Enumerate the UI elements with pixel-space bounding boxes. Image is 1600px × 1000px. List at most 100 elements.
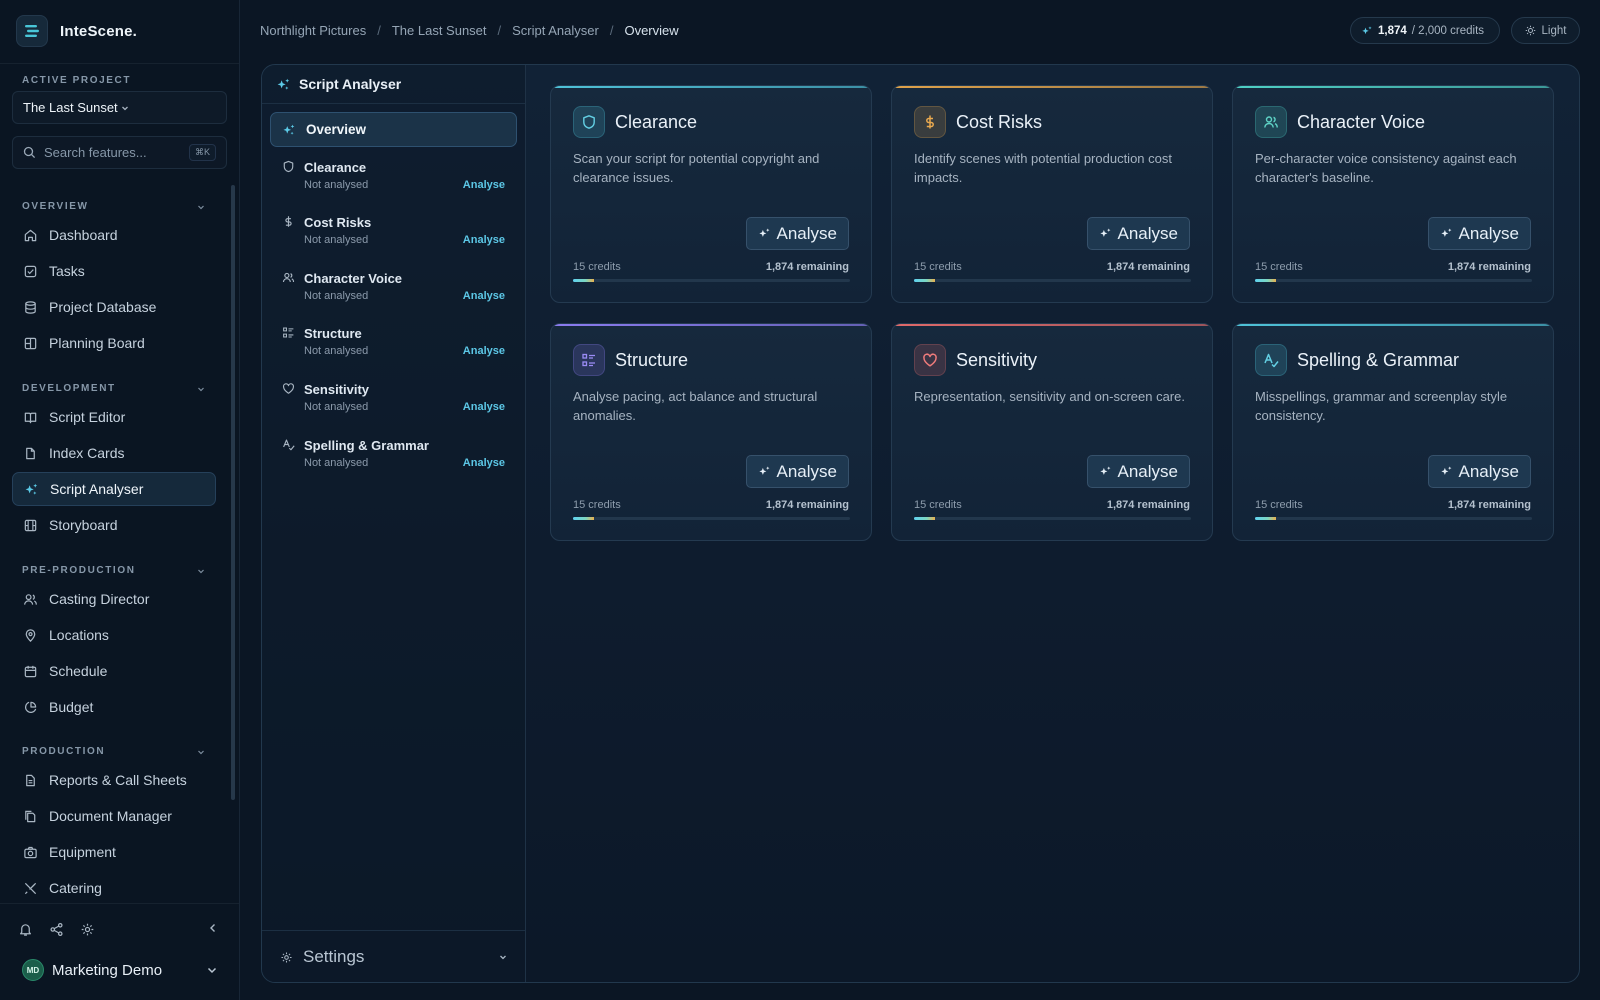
project-select[interactable]: The Last Sunset <box>12 91 227 124</box>
section-label-development: DEVELOPMENT <box>22 383 116 394</box>
credits-progress-bar <box>573 517 850 520</box>
dollar-icon <box>914 106 946 138</box>
analyse-button[interactable]: Analyse <box>745 217 849 250</box>
sidebar-item-equipment[interactable]: Equipment <box>12 835 216 869</box>
sidebar-item-locations[interactable]: Locations <box>12 618 216 652</box>
card-cost: 15 credits <box>1255 261 1303 273</box>
chevron-down-icon[interactable] <box>197 203 205 211</box>
settings-label: Settings <box>303 947 365 966</box>
board-icon <box>23 336 38 351</box>
sidebar-item-storyboard[interactable]: Storyboard <box>12 508 216 542</box>
card-description: Representation, sensitivity and on-scree… <box>914 389 1185 404</box>
feature-name: Spelling & Grammar <box>304 438 429 453</box>
share-icon[interactable] <box>49 922 64 937</box>
card-cost: 15 credits <box>573 499 621 511</box>
card-accent <box>1233 86 1553 88</box>
sidebar-scrollbar[interactable] <box>231 185 235 800</box>
sidebar-item-catering[interactable]: Catering <box>12 871 216 905</box>
sidebar-item-index-cards[interactable]: Index Cards <box>12 436 216 470</box>
subnav-item-character-voice[interactable]: Character Voice Not analysed Analyse <box>270 265 517 311</box>
sidebar-item-budget[interactable]: Budget <box>12 690 216 724</box>
list-icon <box>573 344 605 376</box>
card-remaining: 1,874 remaining <box>1447 499 1531 511</box>
breadcrumb: Northlight Pictures / The Last Sunset / … <box>260 23 679 38</box>
subnav-item-clearance[interactable]: Clearance Not analysed Analyse <box>270 154 517 200</box>
sidebar-item-script-analyser[interactable]: Script Analyser <box>12 472 216 506</box>
analyse-link[interactable]: Analyse <box>463 290 505 302</box>
subnav-item-overview[interactable]: Overview <box>270 112 517 147</box>
sidebar-item-script-editor[interactable]: Script Editor <box>12 400 216 434</box>
analyse-button[interactable]: Analyse <box>1427 217 1531 250</box>
checkbox-icon <box>23 264 38 279</box>
sidebar-item-tasks[interactable]: Tasks <box>12 254 216 288</box>
sidebar-item-document-manager[interactable]: Document Manager <box>12 799 216 833</box>
analyse-link[interactable]: Analyse <box>463 345 505 357</box>
breadcrumb-separator: / <box>609 23 614 38</box>
brand[interactable]: InteScene. <box>16 15 137 47</box>
user-menu[interactable]: MD Marketing Demo <box>22 959 218 981</box>
card-accent <box>892 324 1212 326</box>
chevron-down-icon[interactable] <box>197 748 205 756</box>
subnav-item-cost-risks[interactable]: Cost Risks Not analysed Analyse <box>270 209 517 255</box>
bell-icon[interactable] <box>18 922 33 937</box>
feature-card-structure: Structure Analyse pacing, act balance an… <box>550 323 872 541</box>
chevron-down-icon[interactable] <box>197 567 205 575</box>
analyse-button[interactable]: Analyse <box>1086 217 1190 250</box>
utensils-icon <box>23 881 38 896</box>
sidebar-item-reports-call-sheets[interactable]: Reports & Call Sheets <box>12 763 216 797</box>
divider <box>0 63 239 64</box>
analyse-button[interactable]: Analyse <box>745 455 849 488</box>
chevron-down-icon[interactable] <box>197 385 205 393</box>
chevron-down-icon <box>120 103 217 113</box>
sidebar-item-label: Equipment <box>49 844 116 860</box>
section-label-overview: OVERVIEW <box>22 201 89 212</box>
subnav-item-structure[interactable]: Structure Not analysed Analyse <box>270 320 517 366</box>
settings-toggle[interactable]: Settings <box>280 931 508 982</box>
card-remaining: 1,874 remaining <box>1106 499 1190 511</box>
subnav-item-sensitivity[interactable]: Sensitivity Not analysed Analyse <box>270 376 517 422</box>
card-title: Structure <box>615 350 689 370</box>
card-description: Misspellings, grammar and screenplay sty… <box>1255 389 1508 423</box>
credits-progress-bar <box>1255 517 1532 520</box>
theme-toggle-button[interactable]: Light <box>1511 17 1580 44</box>
dollar-icon <box>282 215 295 228</box>
search-input[interactable] <box>44 145 181 160</box>
analyse-button[interactable]: Analyse <box>1427 455 1531 488</box>
analyse-link[interactable]: Analyse <box>463 234 505 246</box>
sidebar-item-casting-director[interactable]: Casting Director <box>12 582 216 616</box>
card-accent <box>892 86 1212 88</box>
card-title: Clearance <box>615 112 698 132</box>
sidebar-item-label: Dashboard <box>49 227 118 243</box>
sidebar-item-label: Index Cards <box>49 445 125 461</box>
sidebar-item-planning-board[interactable]: Planning Board <box>12 326 216 360</box>
shortcut-badge: ⌘K <box>188 144 216 161</box>
breadcrumb-item[interactable]: The Last Sunset <box>392 23 487 38</box>
credits-progress-bar <box>914 517 1191 520</box>
analyse-link[interactable]: Analyse <box>463 401 505 413</box>
script-analyser-panel: Script Analyser Overview Clearance Not a… <box>261 64 1580 983</box>
card-remaining: 1,874 remaining <box>765 261 849 273</box>
sidebar-item-project-database[interactable]: Project Database <box>12 290 216 324</box>
sidebar-item-label: Storyboard <box>49 517 118 533</box>
sidebar-item-label: Tasks <box>49 263 85 279</box>
shield-icon <box>282 160 295 173</box>
map-pin-icon <box>23 628 38 643</box>
analyser-subnav: Script Analyser Overview Clearance Not a… <box>262 65 526 982</box>
divider <box>0 903 239 904</box>
sparkles-icon <box>1099 227 1112 240</box>
sidebar-item-schedule[interactable]: Schedule <box>12 654 216 688</box>
feature-search[interactable]: ⌘K <box>12 136 227 169</box>
analyser-title: Script Analyser <box>299 76 402 92</box>
spellcheck-icon <box>282 438 295 451</box>
analyse-button-label: Analyse <box>1458 223 1519 243</box>
analyse-link[interactable]: Analyse <box>463 179 505 191</box>
gear-icon[interactable] <box>80 922 95 937</box>
breadcrumb-item[interactable]: Northlight Pictures <box>260 23 366 38</box>
breadcrumb-item[interactable]: Script Analyser <box>512 23 599 38</box>
sidebar-item-dashboard[interactable]: Dashboard <box>12 218 216 252</box>
analyse-link[interactable]: Analyse <box>463 457 505 469</box>
analyse-button[interactable]: Analyse <box>1086 455 1190 488</box>
credits-balance[interactable]: 1,874 / 2,000 credits <box>1350 17 1500 44</box>
subnav-item-spelling-grammar[interactable]: Spelling & Grammar Not analysed Analyse <box>270 432 517 478</box>
chevron-left-icon[interactable] <box>207 922 219 934</box>
